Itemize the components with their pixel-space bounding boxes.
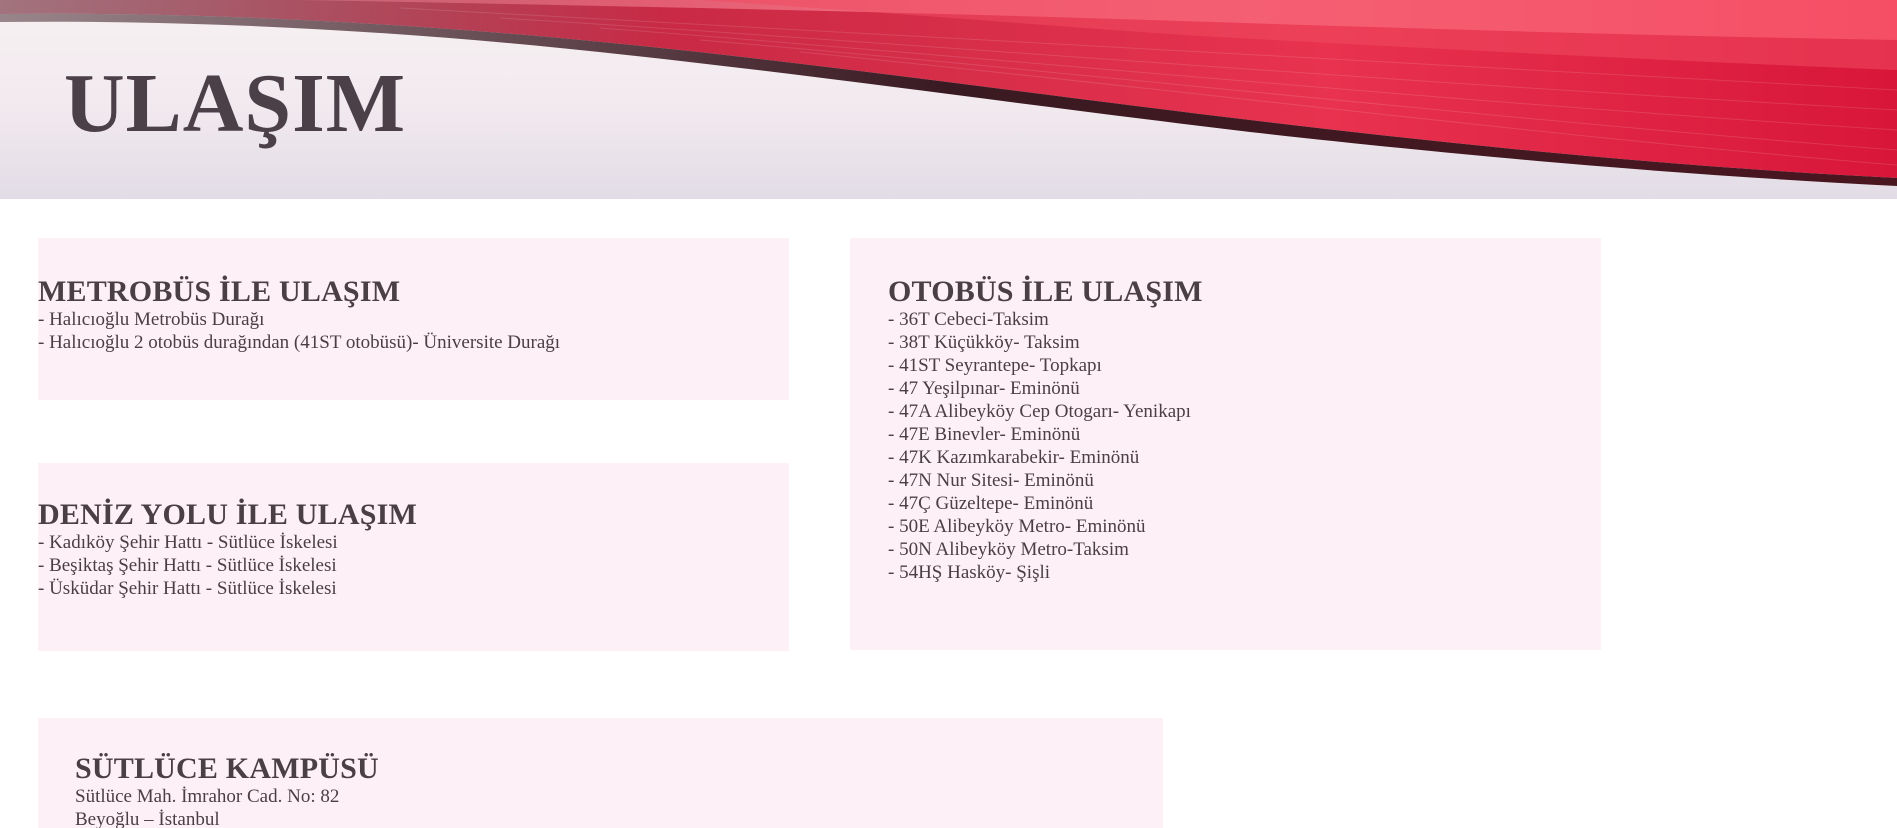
list-item: - Halıcıoğlu 2 otobüs durağından (41ST o… <box>38 331 561 353</box>
list-item: - Beşiktaş Şehir Hattı - Sütlüce İskeles… <box>38 554 337 576</box>
list-item: - Üsküdar Şehir Hattı - Sütlüce İskelesi <box>38 577 337 599</box>
list-item: - 50E Alibeyköy Metro- Eminönü <box>888 515 1146 537</box>
page: ULAŞIM METROBÜS İLE ULAŞIM - Halıcıoğlu … <box>0 0 1897 828</box>
list-item: - 47A Alibeyköy Cep Otogarı- Yenikapı <box>888 400 1191 422</box>
kampus-heading: SÜTLÜCE KAMPÜSÜ <box>75 752 379 785</box>
list-item: - 47K Kazımkarabekir- Eminönü <box>888 446 1140 468</box>
list-item: - Kadıköy Şehir Hattı - Sütlüce İskelesi <box>38 531 338 553</box>
list-item: - 41ST Seyrantepe- Topkapı <box>888 354 1102 376</box>
kampus-address-line2: Beyoğlu – İstanbul <box>75 808 220 828</box>
metrobus-panel: METROBÜS İLE ULAŞIM - Halıcıoğlu Metrobü… <box>38 238 789 400</box>
list-item: - 50N Alibeyköy Metro-Taksim <box>888 538 1129 560</box>
list-item: - 47 Yeşilpınar- Eminönü <box>888 377 1080 399</box>
sutluce-kampus-panel: SÜTLÜCE KAMPÜSÜ Sütlüce Mah. İmrahor Cad… <box>38 718 1163 828</box>
deniz-yolu-heading: DENİZ YOLU İLE ULAŞIM <box>38 498 417 531</box>
list-item: - 47E Binevler- Eminönü <box>888 423 1081 445</box>
list-item: - 54HŞ Hasköy- Şişli <box>888 561 1051 583</box>
otobus-list: - 36T Cebeci-Taksim - 38T Küçükköy- Taks… <box>888 308 1203 584</box>
header-banner: ULAŞIM <box>0 0 1897 199</box>
list-item: - Halıcıoğlu Metrobüs Durağı <box>38 308 265 330</box>
page-title: ULAŞIM <box>64 57 407 150</box>
kampus-address-line1: Sütlüce Mah. İmrahor Cad. No: 82 <box>75 785 340 807</box>
list-item: - 47Ç Güzeltepe- Eminönü <box>888 492 1094 514</box>
deniz-yolu-panel: DENİZ YOLU İLE ULAŞIM - Kadıköy Şehir Ha… <box>38 463 789 651</box>
list-item: - 38T Küçükköy- Taksim <box>888 331 1080 353</box>
metrobus-heading: METROBÜS İLE ULAŞIM <box>38 275 401 308</box>
otobus-panel: OTOBÜS İLE ULAŞIM - 36T Cebeci-Taksim - … <box>850 238 1601 650</box>
deniz-yolu-list: - Kadıköy Şehir Hattı - Sütlüce İskelesi… <box>38 531 417 600</box>
list-item: - 47N Nur Sitesi- Eminönü <box>888 469 1094 491</box>
list-item: - 36T Cebeci-Taksim <box>888 308 1049 330</box>
otobus-heading: OTOBÜS İLE ULAŞIM <box>888 275 1203 308</box>
metrobus-list: - Halıcıoğlu Metrobüs Durağı - Halıcıoğl… <box>38 308 560 354</box>
